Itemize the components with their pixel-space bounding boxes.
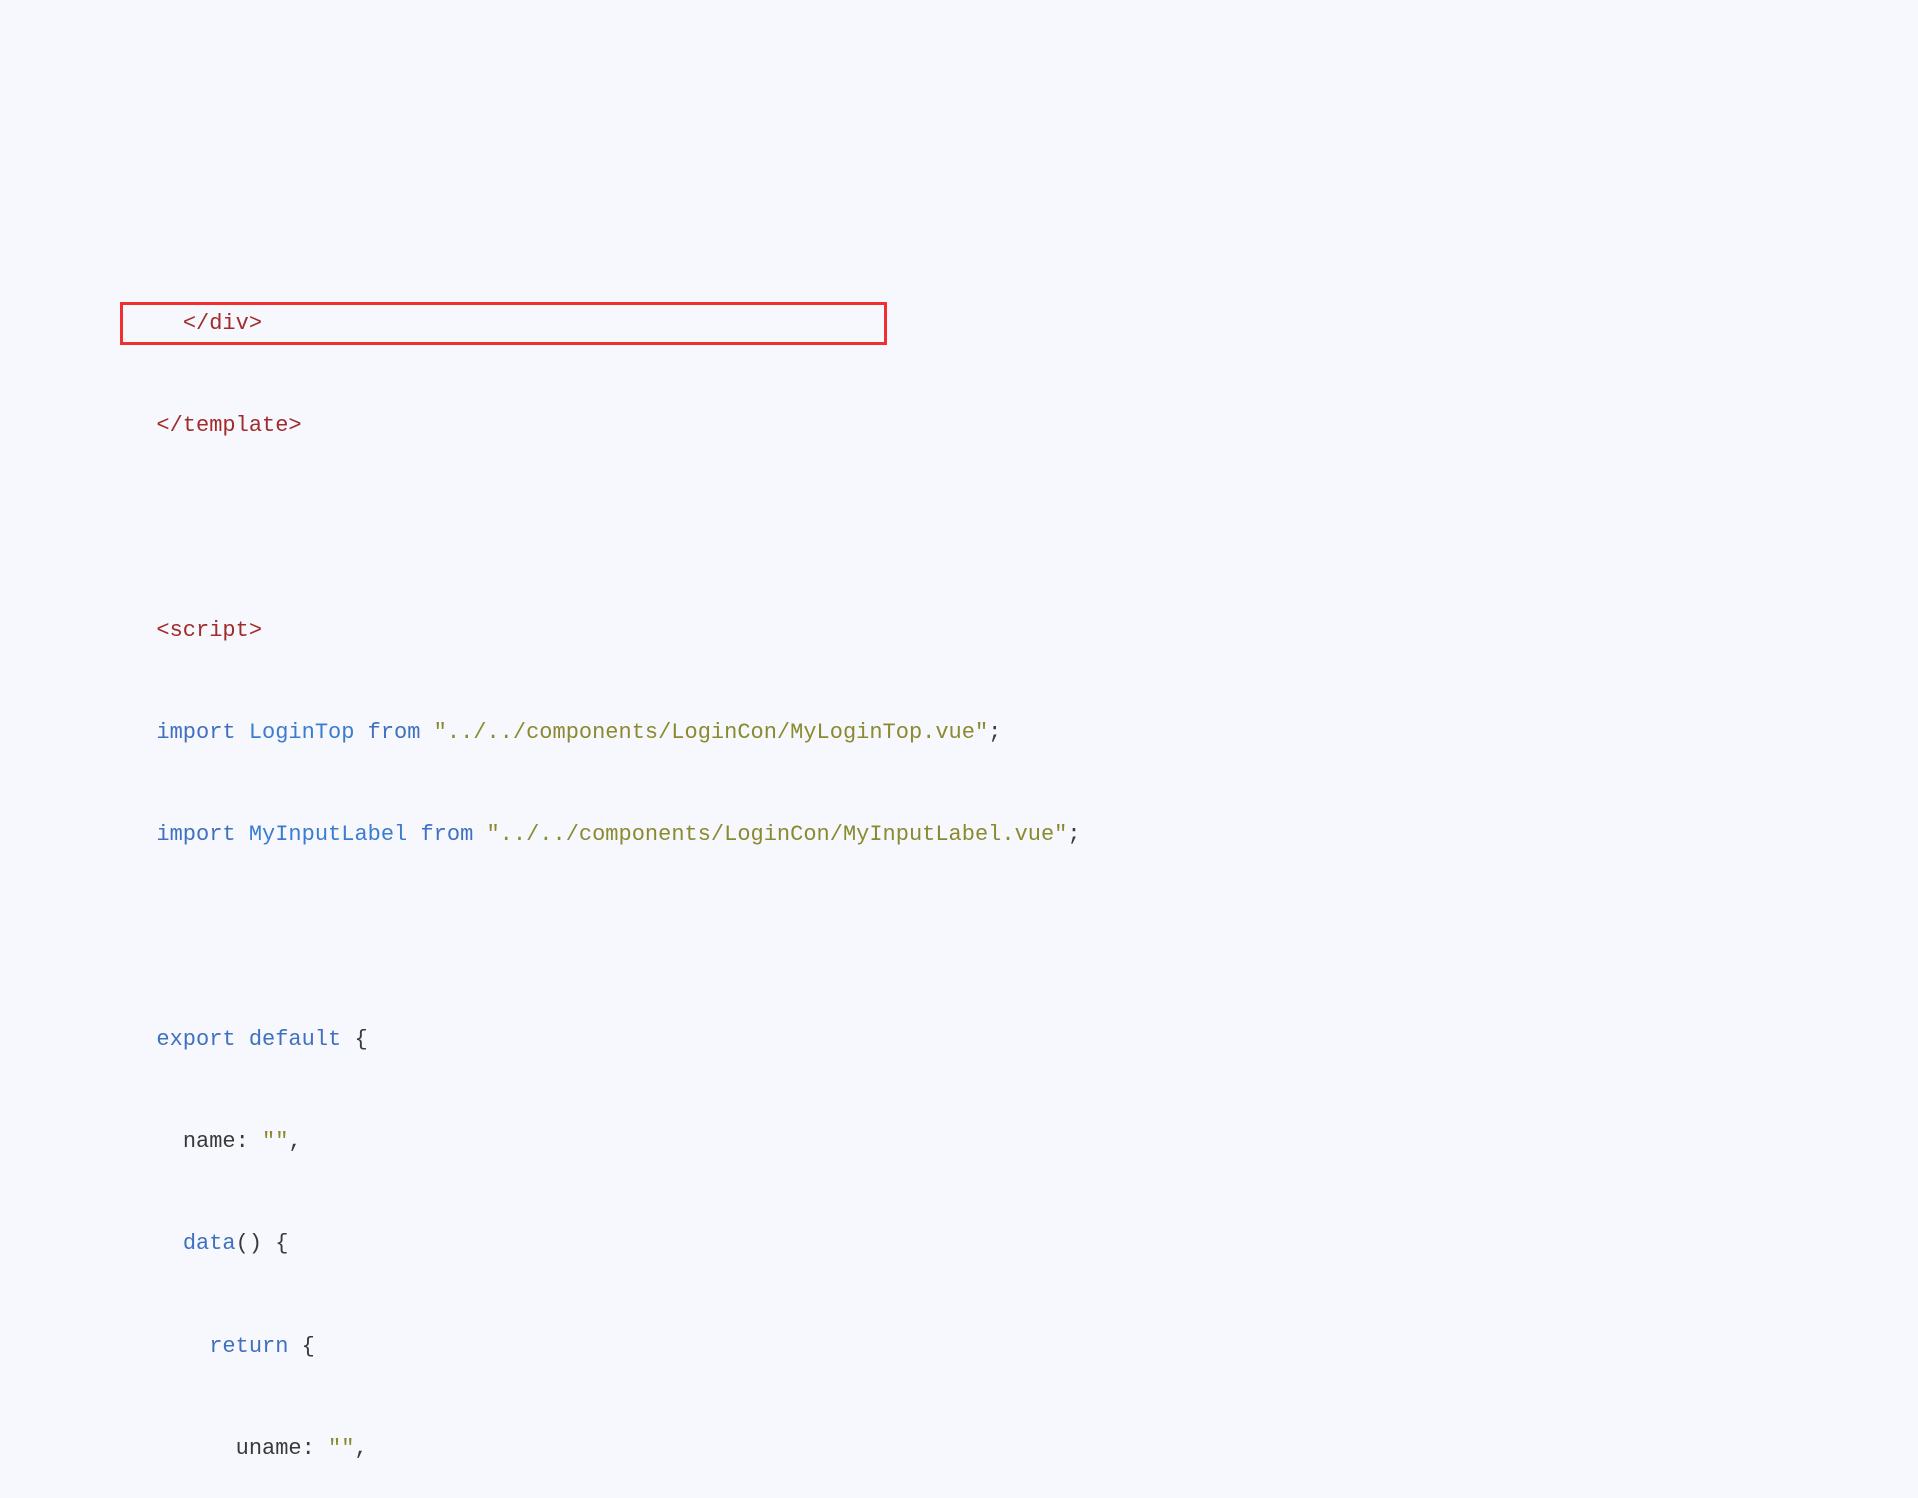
import-keyword: import (156, 822, 235, 847)
colon: : (236, 1129, 262, 1154)
code-line-import: import LoginTop from "../../components/L… (130, 716, 1918, 750)
parens: () (236, 1231, 262, 1256)
code-line-import: import MyInputLabel from "../../componen… (130, 818, 1918, 852)
closing-div-tag: </div> (183, 311, 262, 336)
import-keyword: import (156, 720, 235, 745)
indent (130, 720, 156, 745)
property-name: name (183, 1129, 236, 1154)
code-line: return { (130, 1330, 1918, 1364)
default-keyword: default (249, 1027, 341, 1052)
code-editor[interactable]: </div> </template> <script> import Login… (0, 136, 1918, 1498)
indent (130, 311, 183, 336)
code-line: data() { (130, 1227, 1918, 1261)
import-path-string: "../../components/LoginCon/MyLoginTop.vu… (434, 720, 989, 745)
from-keyword: from (420, 822, 473, 847)
code-line: </div> (130, 307, 1918, 341)
return-keyword: return (209, 1334, 288, 1359)
export-keyword: export (156, 1027, 235, 1052)
method-name: data (183, 1231, 236, 1256)
string-value: "" (328, 1436, 354, 1461)
indent (130, 413, 156, 438)
code-line-blank (130, 921, 1918, 955)
indent (130, 1436, 236, 1461)
code-line: uname: "", (130, 1432, 1918, 1466)
import-identifier: MyInputLabel (249, 822, 407, 847)
code-line: export default { (130, 1023, 1918, 1057)
code-line-blank (130, 511, 1918, 545)
script-open-tag: <script> (156, 618, 262, 643)
code-line: <script> (130, 614, 1918, 648)
semicolon: ; (988, 720, 1001, 745)
open-brace: { (262, 1231, 288, 1256)
import-identifier: LoginTop (249, 720, 355, 745)
open-brace: { (288, 1334, 314, 1359)
indent (130, 1334, 209, 1359)
indent (130, 1129, 183, 1154)
string-value: "" (262, 1129, 288, 1154)
open-brace: { (341, 1027, 367, 1052)
semicolon: ; (1067, 822, 1080, 847)
import-path-string: "../../components/LoginCon/MyInputLabel.… (486, 822, 1067, 847)
code-line: </template> (130, 409, 1918, 443)
comma: , (288, 1129, 301, 1154)
indent (130, 822, 156, 847)
from-keyword: from (368, 720, 421, 745)
colon: : (302, 1436, 328, 1461)
indent (130, 1027, 156, 1052)
closing-template-tag: </template> (156, 413, 301, 438)
indent (130, 618, 156, 643)
property-uname: uname (236, 1436, 302, 1461)
comma: , (354, 1436, 367, 1461)
indent (130, 1231, 183, 1256)
code-line: name: "", (130, 1125, 1918, 1159)
